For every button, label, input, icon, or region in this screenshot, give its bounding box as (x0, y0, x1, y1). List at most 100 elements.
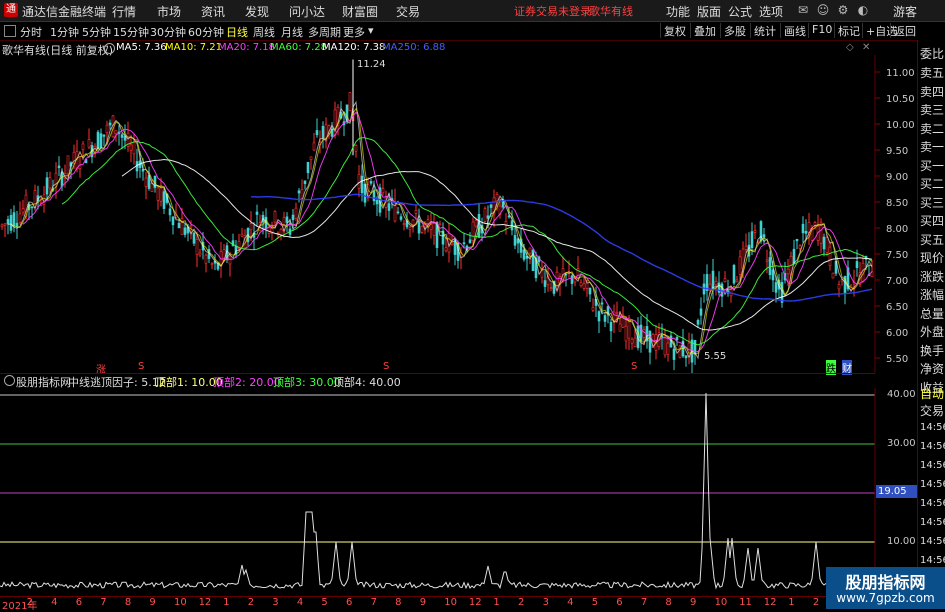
candle-body (699, 308, 703, 316)
candle-body (291, 214, 295, 221)
tab-60min[interactable]: 60分钟 (188, 24, 224, 40)
btn-fanhui[interactable]: 返回 (890, 23, 919, 38)
candle-body (309, 156, 313, 160)
candle-body (444, 247, 448, 252)
close-icon[interactable]: ✕ (862, 42, 870, 53)
candle-body (381, 188, 385, 194)
candle-body (114, 130, 118, 135)
candle-body (744, 245, 748, 250)
menu-xuanxiang[interactable]: 选项 (759, 3, 783, 20)
candle-body (105, 124, 109, 133)
candle-body (369, 181, 373, 184)
candle-body (183, 227, 187, 235)
btn-tongji[interactable]: 统计 (750, 23, 779, 38)
btn-duogu[interactable]: 多股 (720, 23, 749, 38)
tab-more[interactable]: 更多 (343, 24, 365, 40)
ma20-line (22, 111, 873, 353)
user-icon[interactable]: ☺ (815, 2, 831, 18)
menu-wenxiaoda[interactable]: 问小达 (289, 3, 325, 20)
quote-auto[interactable]: 自动 (920, 385, 945, 402)
date-label: 11 (739, 597, 752, 608)
menu-caifuquan[interactable]: 财富圈 (342, 3, 378, 20)
tab-fenshi[interactable]: 分时 (20, 24, 42, 40)
candle-body (489, 204, 493, 208)
diamond-icon[interactable]: ◇ (846, 42, 854, 53)
date-label: 9 (419, 597, 427, 608)
candle-body (702, 283, 706, 295)
menu-gongshi[interactable]: 公式 (728, 3, 752, 20)
candle-body (171, 216, 175, 226)
quote-item: 外盘 (920, 325, 945, 339)
date-label: 1 (223, 597, 230, 608)
tab-daily[interactable]: 日线 (226, 24, 248, 40)
price-tick-label: 9.50 (886, 146, 908, 157)
candle-body (549, 287, 553, 289)
skin-icon[interactable]: ◐ (855, 2, 871, 18)
candle-body (633, 337, 637, 347)
btn-biaoji[interactable]: 标记 (834, 23, 863, 38)
date-label: 7 (640, 597, 648, 608)
tab-multi[interactable]: 多周期 (308, 24, 341, 40)
candle-body (723, 278, 727, 282)
candle-body (675, 336, 679, 341)
btn-huaxian[interactable]: 画线 (780, 23, 809, 38)
trade-time: 14:56 (920, 555, 945, 566)
candle-body (618, 323, 622, 332)
trade-login-warning[interactable]: 证券交易未登录 (514, 3, 591, 19)
candle-body (132, 142, 136, 155)
kline-chart[interactable]: 11.00 10.50 10.00 9.50 9.00 8.50 8.00 7.50 7.00 6… (0, 55, 917, 373)
title-bar: 通 通达信金融终端 行情 市场 资讯 发现 问小达 财富圈 交易 证券交易未登录… (0, 0, 945, 22)
quote-trade[interactable]: 交易 (920, 402, 945, 419)
price-tick-label: 8.00 (886, 224, 908, 235)
candle-body (192, 232, 196, 244)
chevron-down-icon[interactable]: ▾ (368, 24, 374, 37)
grid-icon[interactable] (4, 25, 16, 37)
menu-shichang[interactable]: 市场 (157, 3, 181, 20)
candle-body (822, 236, 826, 250)
tab-15min[interactable]: 15分钟 (113, 24, 149, 40)
candle-body (141, 169, 145, 172)
candle-body (18, 213, 22, 223)
date-label: 8 (395, 597, 402, 608)
candle-body (387, 203, 391, 211)
tab-30min[interactable]: 30分钟 (150, 24, 186, 40)
menu-zixun[interactable]: 资讯 (201, 3, 225, 20)
candle-body (249, 223, 253, 231)
btn-fuquan[interactable]: 复权 (660, 23, 689, 38)
quote-item: 买一 (920, 158, 945, 173)
candle-body (312, 142, 316, 151)
menu-jiaoyi[interactable]: 交易 (396, 3, 420, 20)
candle-body (804, 230, 808, 234)
tab-5min[interactable]: 5分钟 (82, 24, 111, 40)
ind-y-30: 30.00 (887, 438, 916, 449)
date-label: 2 (247, 597, 255, 608)
menu-faxian[interactable]: 发现 (245, 3, 269, 20)
candle-body (474, 220, 478, 227)
indicator-settings-icon[interactable] (4, 375, 15, 386)
price-axis: 11.00 10.50 10.00 9.50 9.00 8.50 8.00 7.50 7.00 6… (875, 68, 915, 365)
btn-diejia[interactable]: 叠加 (690, 23, 719, 38)
settings-icon[interactable]: ⚙ (835, 2, 851, 18)
candle-body (348, 92, 352, 112)
btn-f10[interactable]: F10 (808, 23, 835, 38)
candle-body (750, 231, 754, 248)
menu-gongneng[interactable]: 功能 (666, 3, 690, 20)
marker-s1: S (138, 361, 145, 372)
tab-monthly[interactable]: 月线 (281, 24, 303, 40)
guest-label[interactable]: 游客 (893, 3, 917, 20)
candle-body (408, 226, 412, 230)
candle-body (189, 225, 193, 228)
ma60-line (61, 137, 873, 346)
indicator-chart[interactable] (0, 388, 917, 595)
tab-1min[interactable]: 1分钟 (50, 24, 79, 40)
message-icon[interactable]: ✉ (795, 2, 811, 18)
candle-body (477, 213, 481, 238)
candle-body (753, 230, 757, 233)
candle-body (210, 263, 214, 266)
menu-banmian[interactable]: 版面 (697, 3, 721, 20)
chart-settings-icon[interactable] (104, 43, 115, 54)
tab-weekly[interactable]: 周线 (253, 24, 275, 40)
menu-hangqing[interactable]: 行情 (112, 3, 136, 20)
candle-body (672, 348, 676, 360)
candle-body (462, 242, 466, 245)
